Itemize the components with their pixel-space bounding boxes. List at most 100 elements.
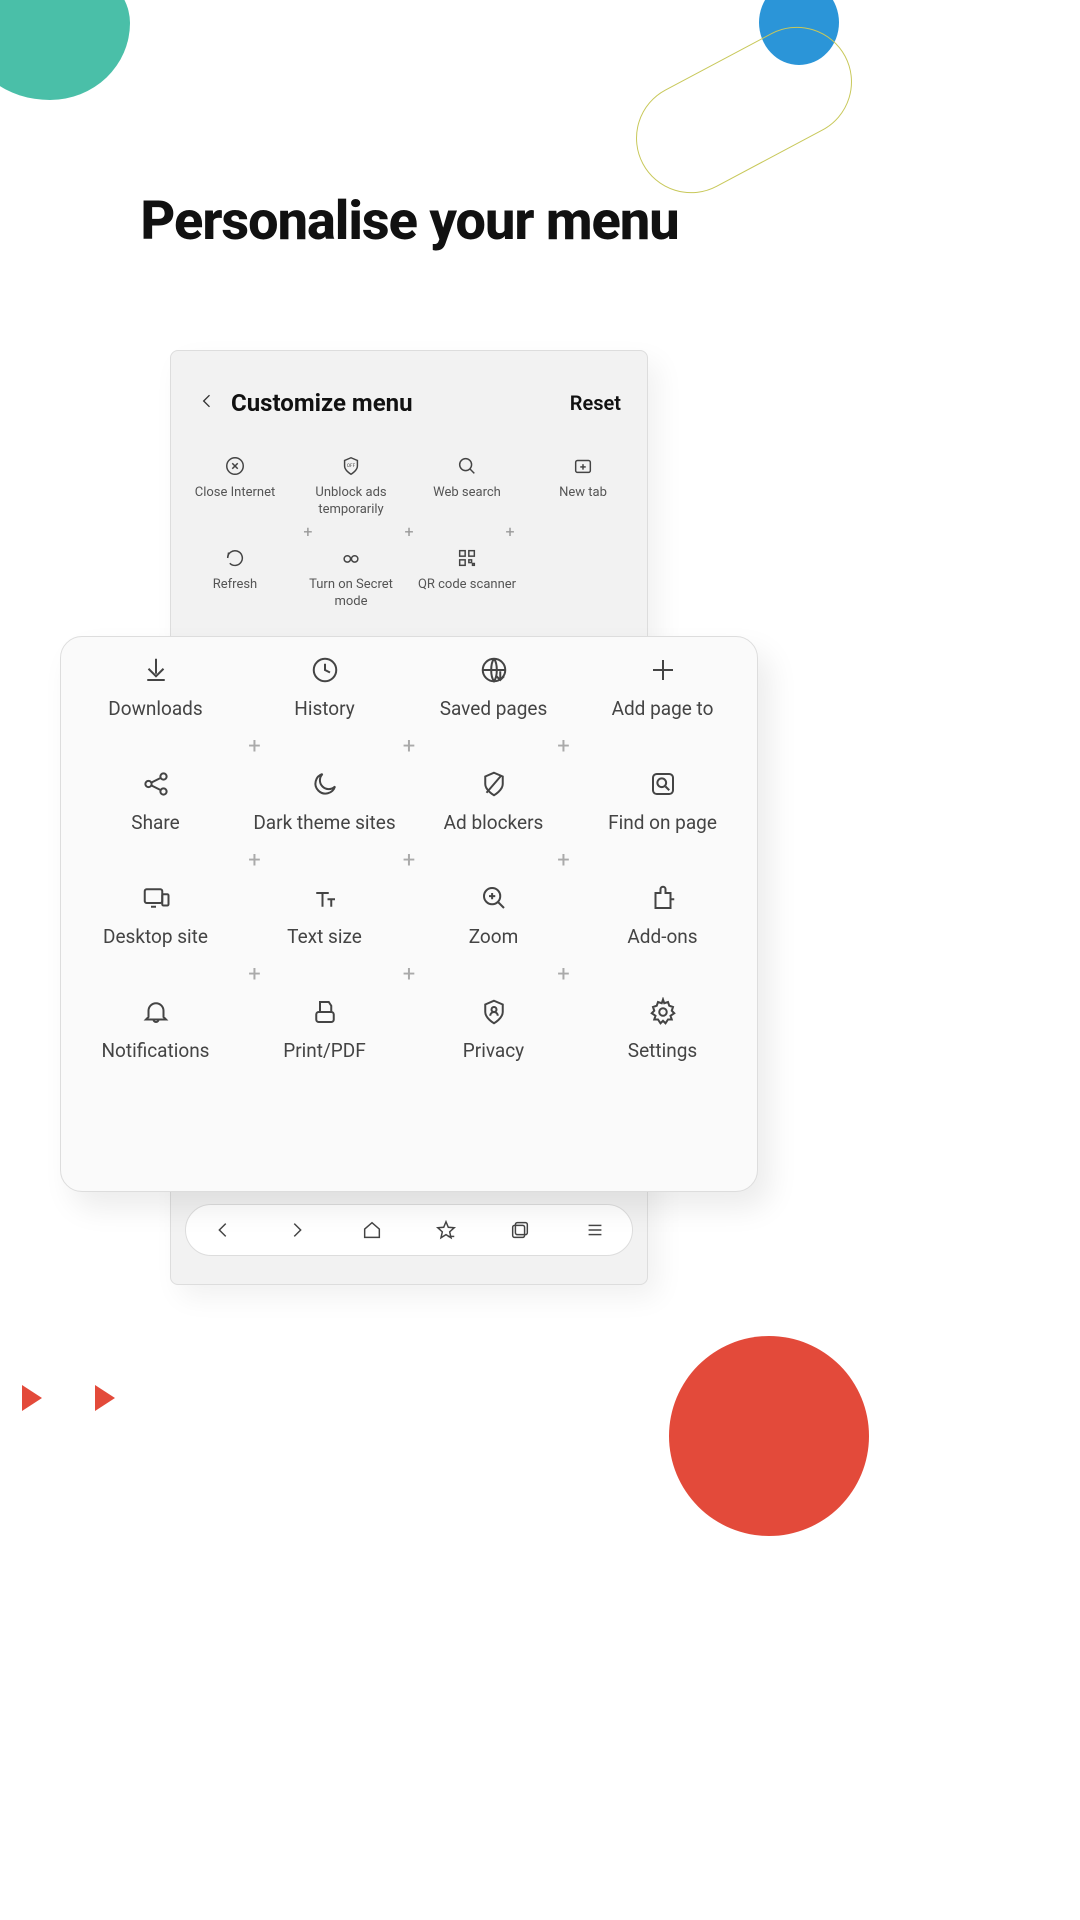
- menu-item-downloads[interactable]: Downloads: [74, 655, 238, 720]
- plus-icon: +: [506, 522, 515, 541]
- menu-item-privacy[interactable]: Privacy: [412, 997, 576, 1062]
- menu-item-label: Text size: [287, 925, 362, 948]
- menu-item-desktop-site[interactable]: Desktop site: [74, 883, 238, 948]
- refresh-icon: [224, 547, 246, 569]
- download-icon: [141, 655, 171, 685]
- shield-icon: [479, 769, 509, 799]
- menu-item-label: History: [294, 697, 354, 720]
- menu-item-zoom[interactable]: Zoom: [412, 883, 576, 948]
- menu-item-history[interactable]: History: [243, 655, 407, 720]
- back-button[interactable]: [197, 391, 217, 415]
- plus-icon: +: [248, 848, 260, 873]
- menu-item-new-tab[interactable]: New tab: [527, 455, 639, 519]
- menu-item-qr-scanner[interactable]: QR code scanner: [411, 547, 523, 611]
- menu-item-add-page[interactable]: Add page to: [581, 655, 745, 720]
- nav-forward-button[interactable]: [286, 1219, 308, 1241]
- svg-text:OFF: OFF: [347, 463, 356, 469]
- menu-item-refresh[interactable]: Refresh: [179, 547, 291, 611]
- new-tab-icon: [572, 455, 594, 477]
- drop-targets-row: + + +: [71, 948, 747, 997]
- history-icon: [310, 655, 340, 685]
- menu-item-addons[interactable]: Add-ons: [581, 883, 745, 948]
- plus-icon: [648, 655, 678, 685]
- puzzle-icon: [648, 883, 678, 913]
- moon-icon: [310, 769, 340, 799]
- panel-title: Customize menu: [231, 389, 570, 417]
- menu-item-label: Saved pages: [440, 697, 548, 720]
- plus-icon: +: [248, 734, 260, 759]
- menu-item-label: Refresh: [213, 577, 257, 611]
- share-icon: [141, 769, 171, 799]
- menu-item-text-size[interactable]: Text size: [243, 883, 407, 948]
- plus-icon: +: [403, 962, 415, 987]
- print-icon: [310, 997, 340, 1027]
- desktop-icon: [141, 883, 171, 913]
- find-icon: [648, 769, 678, 799]
- drop-targets-row: + + +: [71, 720, 747, 769]
- plus-icon: +: [557, 734, 569, 759]
- nav-menu-button[interactable]: [584, 1219, 606, 1241]
- menu-item-secret-mode[interactable]: Turn on Secret mode: [295, 547, 407, 611]
- menu-item-label: Downloads: [108, 697, 202, 720]
- mask-icon: [340, 547, 362, 569]
- menu-item-print[interactable]: Print/PDF: [243, 997, 407, 1062]
- menu-item-label: Web search: [433, 485, 501, 519]
- plus-icon: +: [557, 848, 569, 873]
- privacy-icon: [479, 997, 509, 1027]
- plus-icon: +: [303, 522, 312, 541]
- qr-icon: [456, 547, 478, 569]
- saved-pages-icon: [479, 655, 509, 685]
- menu-item-label: Dark theme sites: [253, 811, 395, 834]
- menu-item-label: Close Internet: [195, 485, 275, 519]
- menu-item-label: Notifications: [101, 1039, 209, 1062]
- menu-item-label: Turn on Secret mode: [295, 577, 407, 611]
- nav-home-button[interactable]: [361, 1219, 383, 1241]
- menu-item-label: Add-ons: [627, 925, 697, 948]
- menu-item-dark-theme[interactable]: Dark theme sites: [243, 769, 407, 834]
- available-items-grid: Close Internet OFF Unblock ads temporari…: [171, 445, 647, 611]
- bell-icon: [141, 997, 171, 1027]
- menu-item-label: Ad blockers: [444, 811, 544, 834]
- menu-item-notifications[interactable]: Notifications: [74, 997, 238, 1062]
- nav-bookmarks-button[interactable]: [435, 1219, 457, 1241]
- menu-item-label: Privacy: [463, 1039, 524, 1062]
- nav-tabs-button[interactable]: [509, 1219, 531, 1241]
- menu-item-ad-blockers[interactable]: Ad blockers: [412, 769, 576, 834]
- plus-icon: +: [403, 848, 415, 873]
- shield-off-icon: OFF: [340, 455, 362, 477]
- menu-grid-overlay: Downloads History Saved pages Add page t…: [60, 636, 758, 1192]
- menu-item-close-internet[interactable]: Close Internet: [179, 455, 291, 519]
- menu-item-label: QR code scanner: [418, 577, 516, 611]
- gear-icon: [648, 997, 678, 1027]
- menu-item-label: Add page to: [612, 697, 714, 720]
- plus-icon: +: [403, 734, 415, 759]
- menu-item-find[interactable]: Find on page: [581, 769, 745, 834]
- text-size-icon: [310, 883, 340, 913]
- close-circle-icon: [224, 455, 246, 477]
- decoration-red-blob: [669, 1336, 869, 1536]
- decoration-teal-blob: [0, 0, 130, 100]
- menu-item-label: Desktop site: [103, 925, 208, 948]
- reset-button[interactable]: Reset: [570, 391, 621, 415]
- browser-navbar: [185, 1204, 633, 1256]
- menu-item-label: New tab: [559, 485, 607, 519]
- zoom-icon: [479, 883, 509, 913]
- play-triangle-icon: [22, 1385, 42, 1411]
- panel-header: Customize menu Reset: [171, 351, 647, 445]
- menu-item-label: Settings: [628, 1039, 697, 1062]
- menu-item-settings[interactable]: Settings: [581, 997, 745, 1062]
- menu-item-share[interactable]: Share: [74, 769, 238, 834]
- menu-item-label: Find on page: [608, 811, 717, 834]
- menu-item-label: Unblock ads temporarily: [295, 485, 407, 519]
- drop-targets-row: + + +: [177, 519, 641, 547]
- plus-icon: +: [557, 962, 569, 987]
- menu-item-label: Print/PDF: [283, 1039, 366, 1062]
- nav-back-button[interactable]: [212, 1219, 234, 1241]
- menu-item-saved-pages[interactable]: Saved pages: [412, 655, 576, 720]
- menu-item-unblock-ads[interactable]: OFF Unblock ads temporarily: [295, 455, 407, 519]
- drop-targets-row: + + +: [71, 834, 747, 883]
- menu-item-web-search[interactable]: Web search: [411, 455, 523, 519]
- headline-text: Personalise your menu: [0, 190, 819, 253]
- menu-item-label: Share: [131, 811, 179, 834]
- plus-icon: +: [248, 962, 260, 987]
